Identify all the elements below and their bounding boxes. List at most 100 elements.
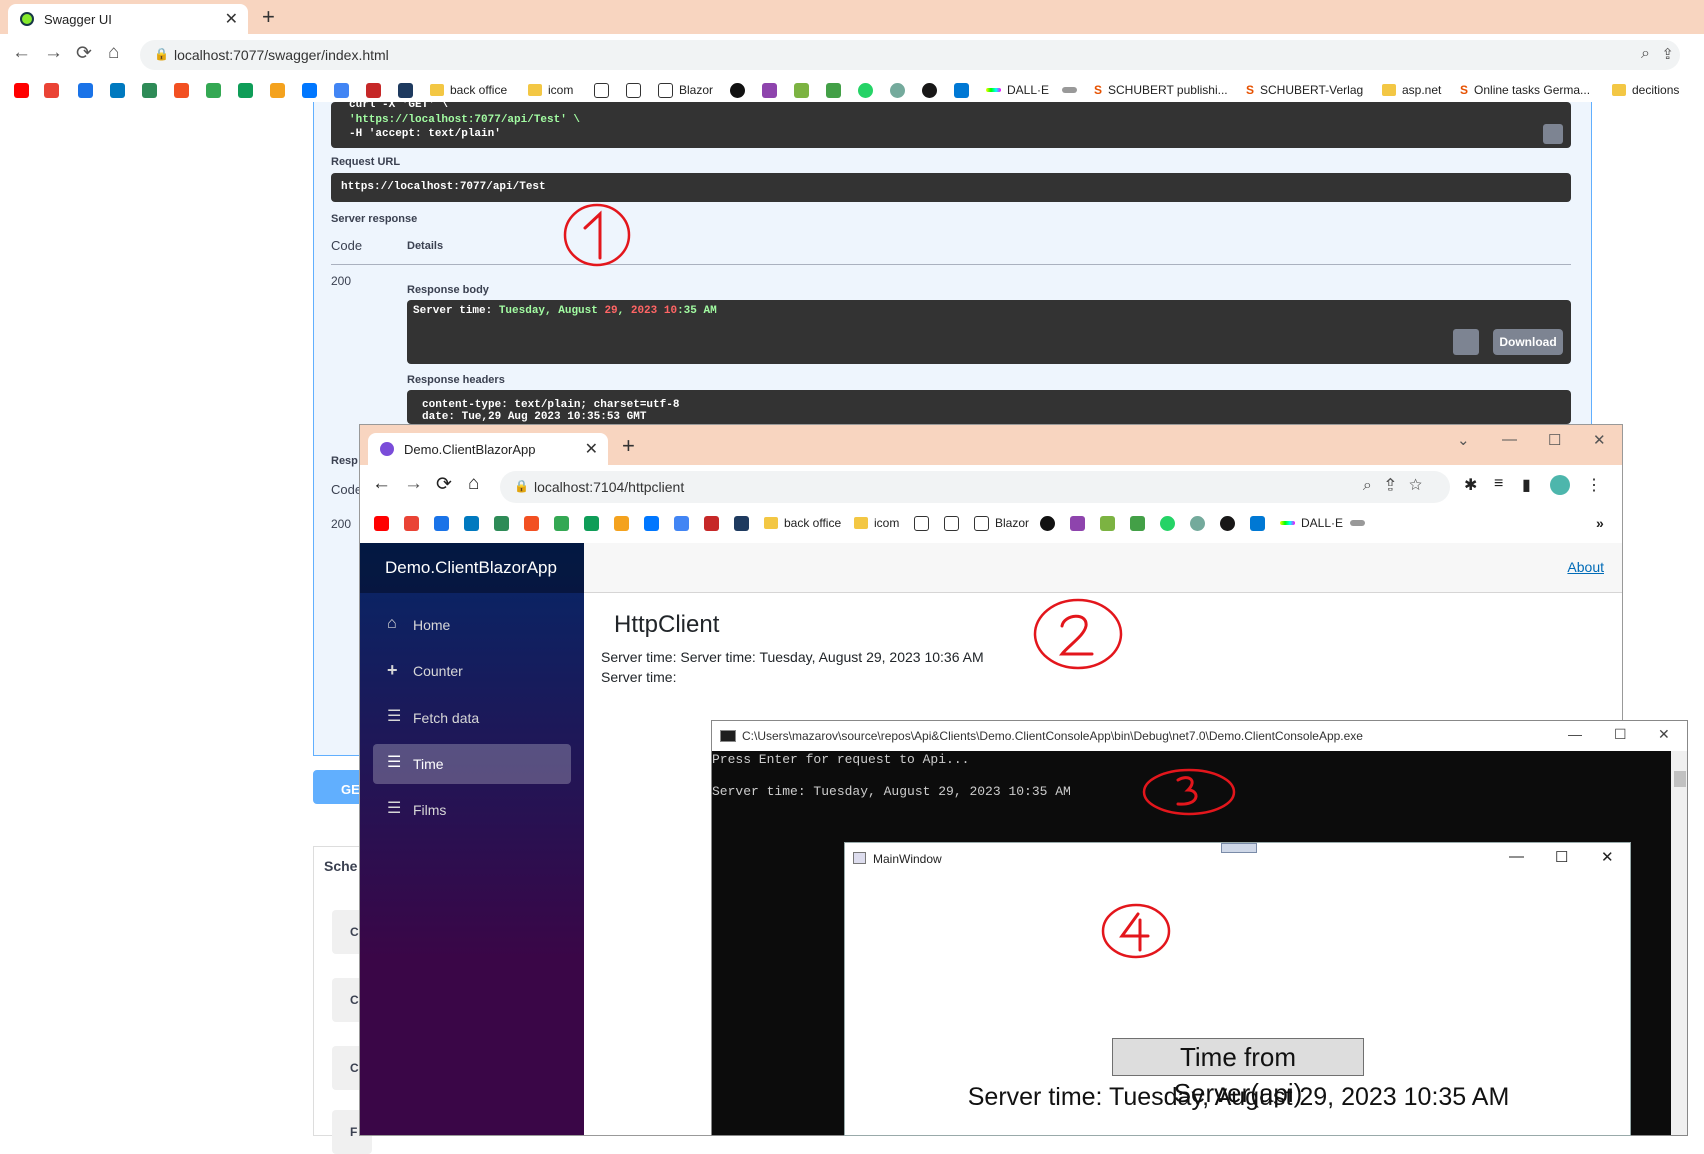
extensions-icon[interactable]: ✱ <box>1464 475 1477 495</box>
minimize-icon[interactable]: — <box>1502 431 1517 448</box>
bookmark-folder[interactable]: back office <box>764 515 841 531</box>
bookmark-icon[interactable] <box>704 515 719 531</box>
app-brand[interactable]: Demo.ClientBlazorApp <box>360 543 584 593</box>
bookmark-folder[interactable]: icom <box>854 515 899 531</box>
new-tab-button[interactable]: + <box>262 4 275 30</box>
bookmark-dalle[interactable]: DALL·E <box>986 82 1049 98</box>
reload-icon[interactable]: ⟳ <box>76 42 92 65</box>
bookmark-icon[interactable] <box>1062 87 1077 93</box>
nav-item-fetch-data[interactable]: ☰ Fetch data <box>373 698 571 738</box>
bookmark-folder[interactable]: asp.net <box>1382 82 1441 98</box>
sidepanel-icon[interactable]: ▮ <box>1522 475 1531 495</box>
back-icon[interactable]: ← <box>372 473 391 495</box>
bookmark-folder[interactable]: back office <box>430 82 507 98</box>
drive-icon[interactable] <box>554 515 569 531</box>
close-tab-icon[interactable]: ✕ <box>585 439 598 459</box>
star-icon[interactable]: ☆ <box>1409 477 1436 494</box>
bookmark-icon[interactable] <box>734 515 749 531</box>
m-icon[interactable] <box>626 82 641 98</box>
zoom-icon[interactable]: ⌕ <box>1363 477 1386 494</box>
home-icon[interactable]: ⌂ <box>468 473 479 495</box>
maximize-icon[interactable]: ☐ <box>1548 431 1561 449</box>
tab-search-chevron-icon[interactable]: ⌄ <box>1457 431 1470 449</box>
globe-icon[interactable] <box>1040 515 1055 531</box>
download-icon[interactable] <box>794 82 809 98</box>
home-icon[interactable]: ⌂ <box>108 42 119 64</box>
bookmark-dalle[interactable]: DALL·E <box>1280 515 1343 531</box>
translate-icon[interactable] <box>334 82 349 98</box>
whatsapp-icon[interactable] <box>858 82 873 98</box>
bookmark-schubert-verlag[interactable]: S SCHUBERT-Verlag <box>1246 82 1363 98</box>
download-icon[interactable] <box>1100 515 1115 531</box>
menu-icon[interactable]: ⋮ <box>1586 475 1602 495</box>
microsoft-icon[interactable] <box>524 515 539 531</box>
sheets-icon[interactable] <box>238 82 253 98</box>
bookmarks-overflow-button[interactable]: » <box>1596 515 1604 531</box>
youtube-icon[interactable] <box>14 82 29 98</box>
globe-icon[interactable] <box>730 82 745 98</box>
close-tab-icon[interactable]: ✕ <box>225 9 238 29</box>
nav-item-films[interactable]: ☰ Films <box>373 790 571 830</box>
address-bar[interactable]: 🔒 localhost:7077/swagger/index.html ⌕ ⇪ <box>140 40 1680 70</box>
android-icon[interactable] <box>826 82 841 98</box>
nav-item-time[interactable]: ☰ Time <box>373 744 571 784</box>
back-icon[interactable]: ← <box>12 42 31 64</box>
get-operation-button[interactable]: GE <box>313 770 363 804</box>
close-window-icon[interactable]: ✕ <box>1593 431 1606 449</box>
co-icon[interactable] <box>614 515 629 531</box>
m-icon[interactable] <box>594 82 609 98</box>
about-link[interactable]: About <box>1567 559 1604 575</box>
console-scrollbar[interactable] <box>1671 751 1687 1135</box>
drive-icon[interactable] <box>206 82 221 98</box>
trello-icon[interactable] <box>110 82 125 98</box>
zoom-icon[interactable]: ⌕ <box>1641 45 1650 63</box>
microsoft-icon[interactable] <box>174 82 189 98</box>
avatar[interactable] <box>1550 475 1570 495</box>
youtube-icon[interactable] <box>374 515 389 531</box>
image-icon[interactable] <box>1070 515 1085 531</box>
designer-grip[interactable] <box>1221 843 1257 853</box>
bookmark-icon[interactable] <box>398 82 413 98</box>
vk-icon[interactable] <box>302 82 317 98</box>
mail-icon[interactable] <box>78 82 93 98</box>
new-tab-button[interactable]: + <box>622 433 635 459</box>
bookmark-blazor[interactable]: Blazor <box>974 515 1029 531</box>
trello-icon[interactable] <box>464 515 479 531</box>
minimize-icon[interactable]: — <box>1509 848 1524 865</box>
github-icon[interactable] <box>1220 515 1235 531</box>
m-icon[interactable] <box>944 515 959 531</box>
azure-icon[interactable] <box>1250 515 1265 531</box>
vk-icon[interactable] <box>644 515 659 531</box>
close-window-icon[interactable]: ✕ <box>1658 726 1670 743</box>
whatsapp-icon[interactable] <box>1160 515 1175 531</box>
share-icon[interactable]: ⇪ <box>1386 477 1409 494</box>
gmail-icon[interactable] <box>404 515 419 531</box>
sheets-icon[interactable] <box>584 515 599 531</box>
copy-icon[interactable] <box>1453 329 1479 355</box>
time-from-server-button[interactable]: Time from Server(api) <box>1112 1038 1364 1108</box>
share-icon[interactable]: ⇪ <box>1661 45 1674 63</box>
bookmark-folder[interactable]: decitions <box>1612 82 1679 98</box>
w-icon[interactable] <box>494 515 509 531</box>
maximize-icon[interactable]: ☐ <box>1555 848 1568 866</box>
media-icon[interactable]: ≡ <box>1494 475 1503 493</box>
image-icon[interactable] <box>762 82 777 98</box>
scrollbar-thumb[interactable] <box>1674 771 1686 787</box>
bookmark-schubert-publishing[interactable]: S SCHUBERT publishi... <box>1094 82 1228 98</box>
address-bar[interactable]: 🔒 localhost:7104/httpclient ⌕⇪☆ <box>500 471 1450 503</box>
mail-icon[interactable] <box>434 515 449 531</box>
github-icon[interactable] <box>922 82 937 98</box>
maximize-icon[interactable]: ☐ <box>1614 726 1627 743</box>
download-button[interactable]: Download <box>1493 329 1563 355</box>
copy-icon[interactable] <box>1543 124 1563 144</box>
bookmark-blazor[interactable]: Blazor <box>658 82 713 98</box>
tab-swagger-ui[interactable]: Swagger UI ✕ <box>8 4 248 34</box>
bookmark-online-tasks[interactable]: S Online tasks Germa... <box>1460 82 1590 98</box>
chatgpt-icon[interactable] <box>1190 515 1205 531</box>
nav-item-home[interactable]: ⌂ Home <box>373 605 571 645</box>
nav-item-counter[interactable]: + Counter <box>373 651 571 691</box>
co-icon[interactable] <box>270 82 285 98</box>
chatgpt-icon[interactable] <box>890 82 905 98</box>
azure-icon[interactable] <box>954 82 969 98</box>
tab-blazor-app[interactable]: Demo.ClientBlazorApp ✕ <box>368 433 608 465</box>
